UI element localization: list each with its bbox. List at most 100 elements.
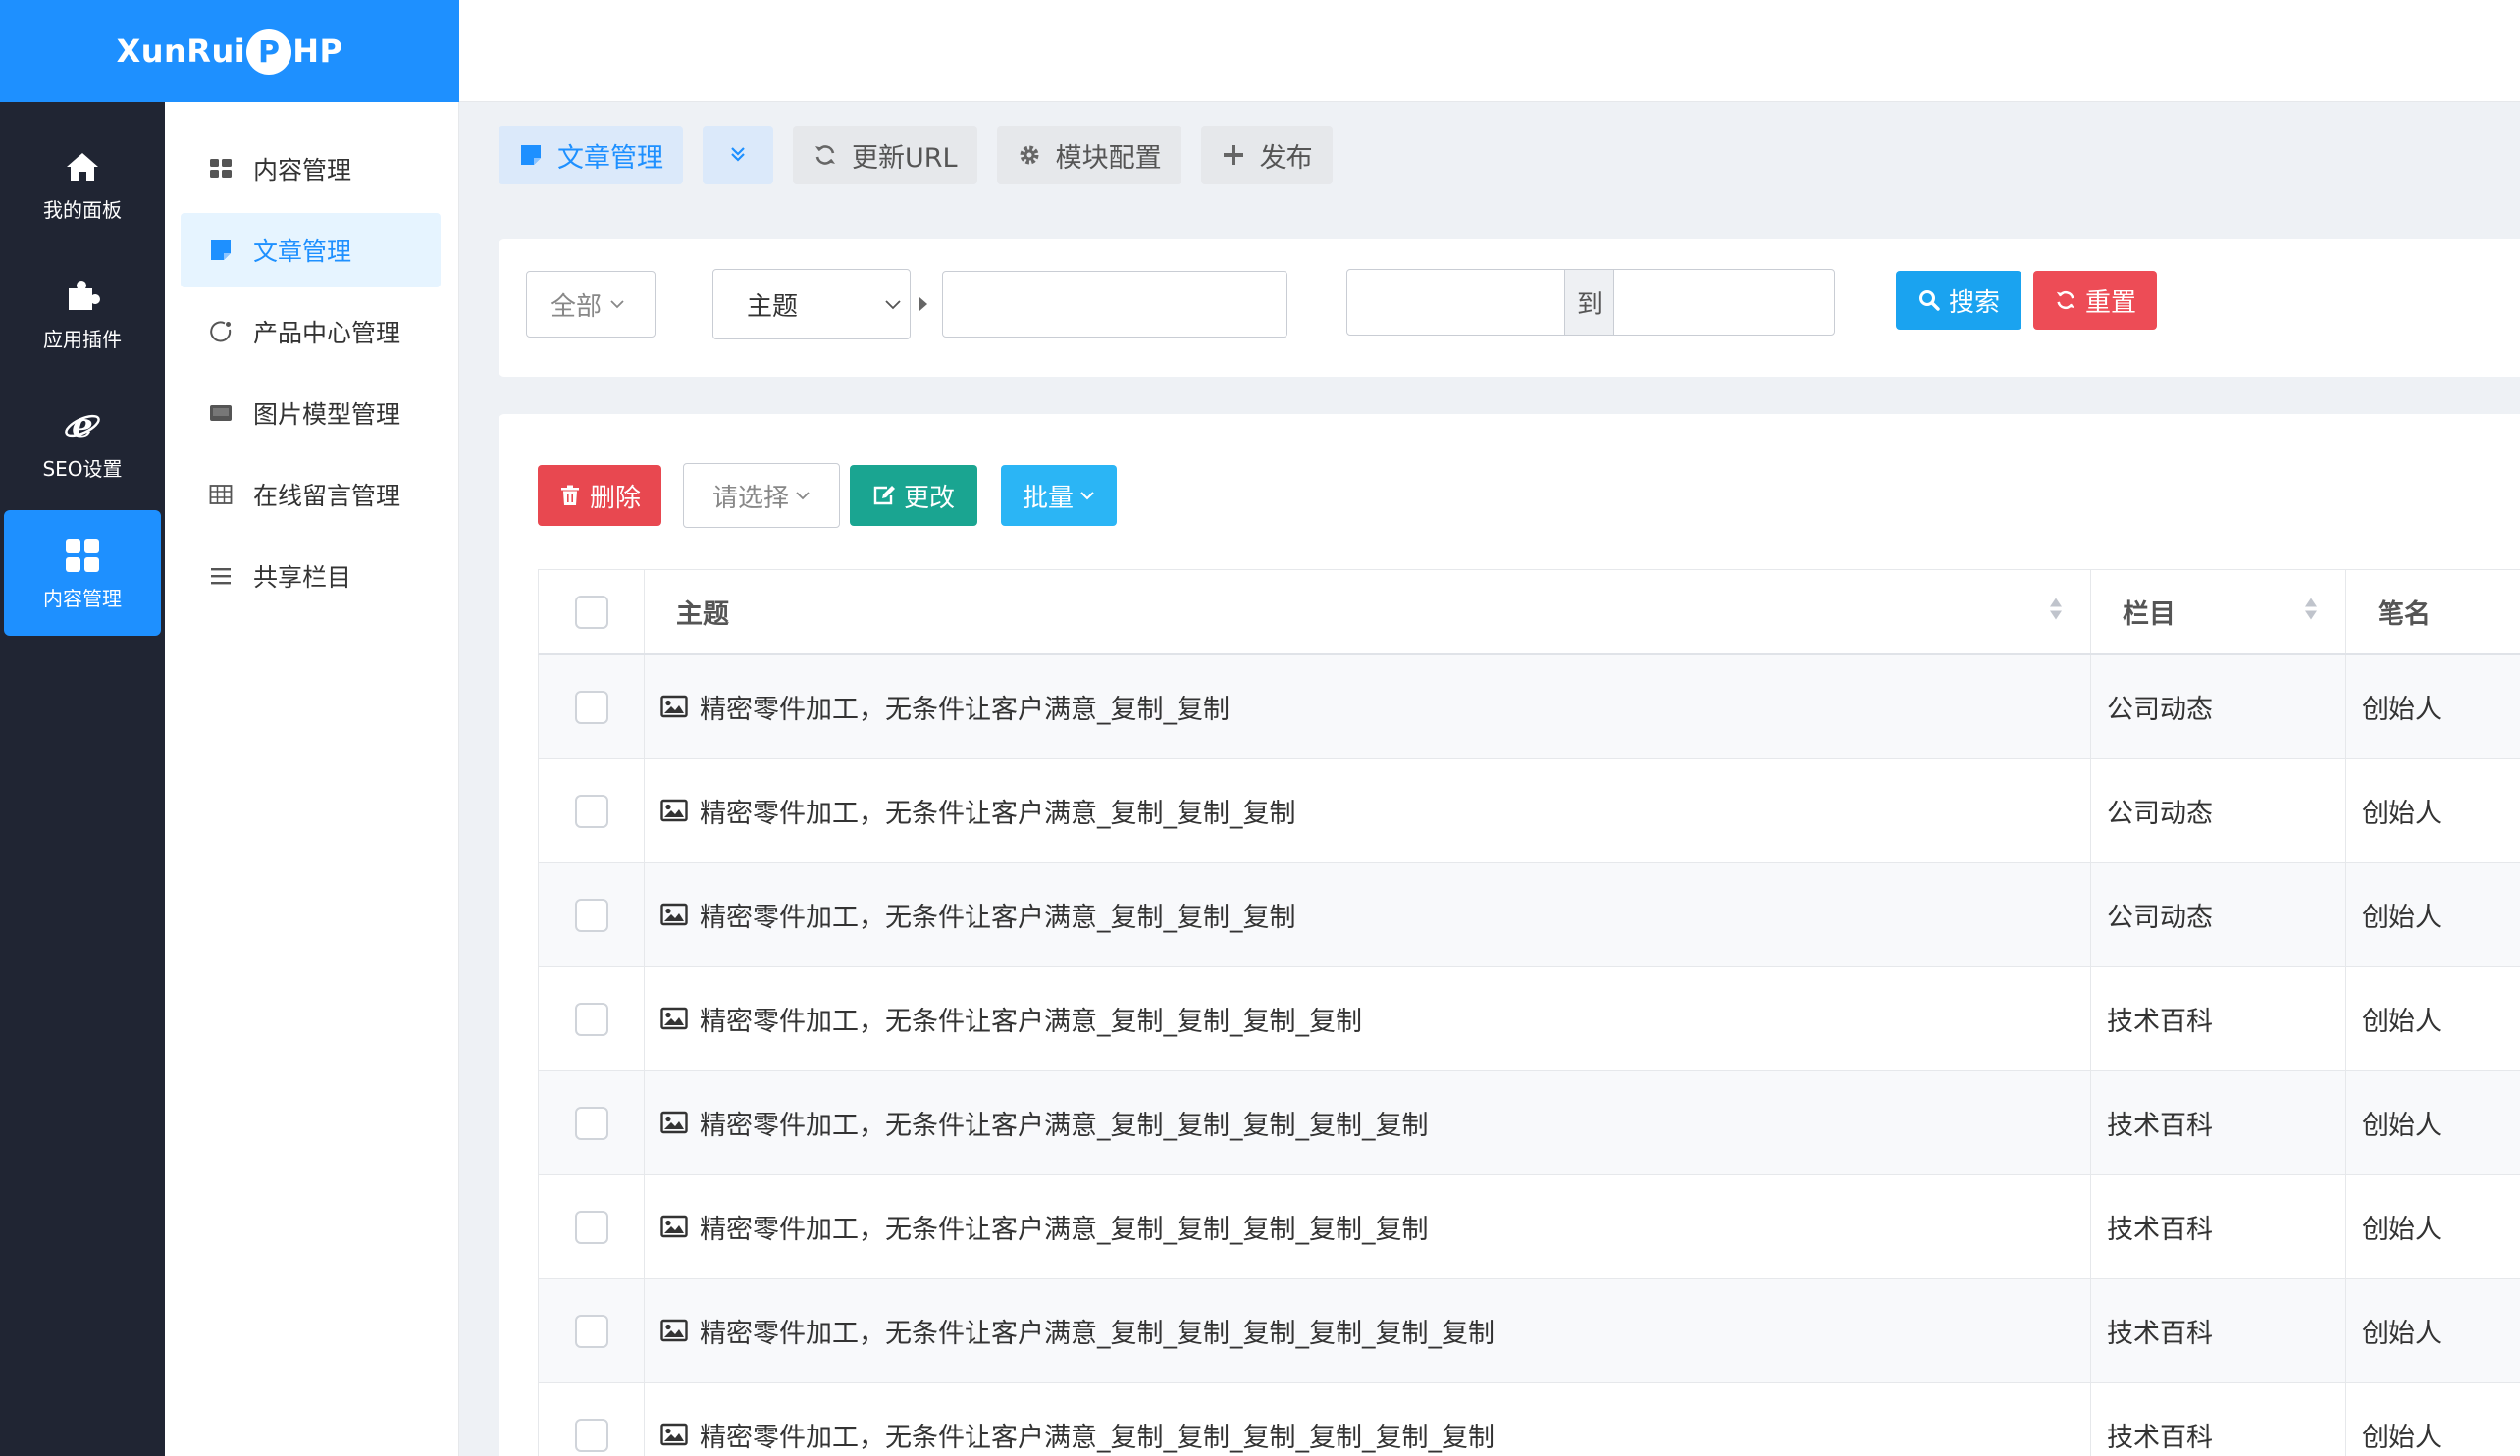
- module-config-button[interactable]: 模块配置: [996, 126, 1181, 184]
- table-row: 精密零件加工，无条件让客户满意_复制_复制_复制 公司动态 创始人: [538, 863, 2520, 967]
- nav-item-plugins[interactable]: 应用插件: [4, 251, 161, 377]
- column-label: 主题: [676, 599, 729, 630]
- nav-item-dashboard[interactable]: 我的面板: [4, 122, 161, 247]
- row-checkbox[interactable]: [574, 898, 608, 932]
- article-title-link[interactable]: 精密零件加工，无条件让客户满意_复制_复制_复制: [700, 896, 1296, 934]
- select-value: 主题: [747, 291, 799, 322]
- update-url-button[interactable]: 更新URL: [793, 126, 977, 184]
- author-name: 创始人: [2362, 1111, 2441, 1141]
- date-to-input[interactable]: [1613, 269, 1835, 336]
- bars-icon: [208, 563, 234, 589]
- brand-logo[interactable]: XunRui P HP: [0, 0, 459, 102]
- batch-dropdown-button[interactable]: 批量: [1001, 465, 1117, 526]
- category-link[interactable]: 技术百科: [2107, 1416, 2213, 1454]
- title-cell: 精密零件加工，无条件让客户满意_复制_复制_复制_复制_复制: [645, 1071, 2091, 1174]
- nav-item-content[interactable]: 内容管理: [4, 510, 161, 636]
- keyword-input[interactable]: [942, 271, 1287, 338]
- category-link[interactable]: 公司动态: [2107, 792, 2213, 830]
- article-title-link[interactable]: 精密零件加工，无条件让客户满意_复制_复制_复制_复制_复制_复制: [700, 1416, 1495, 1454]
- date-from-input[interactable]: [1346, 269, 1566, 336]
- sidebar-item-shared-category[interactable]: 共享栏目: [181, 539, 441, 613]
- button-label: 模块配置: [1055, 142, 1162, 174]
- article-list-panel: 删除 请选择 更改 批量 主题 栏目 笔名 精密零件加工，无条件让客户满意_复制…: [499, 414, 2520, 1456]
- author-name: 创始人: [2362, 1007, 2441, 1037]
- select-all-checkbox[interactable]: [574, 595, 608, 629]
- sidebar-item-online-message[interactable]: 在线留言管理: [181, 457, 441, 532]
- article-title-link[interactable]: 精密零件加工，无条件让客户满意_复制_复制_复制: [700, 792, 1296, 830]
- row-checkbox[interactable]: [574, 1002, 608, 1036]
- sidebar-item-image-model[interactable]: 图片模型管理: [181, 376, 441, 450]
- article-title-link[interactable]: 精密零件加工，无条件让客户满意_复制_复制: [700, 688, 1230, 726]
- expand-toggle-button[interactable]: [703, 126, 773, 184]
- publish-button[interactable]: 发布: [1200, 126, 1333, 184]
- column-header-category[interactable]: 栏目: [2091, 570, 2346, 653]
- row-select-cell: [539, 759, 645, 862]
- button-label: 重置: [2084, 287, 2136, 318]
- svg-text:e: e: [72, 406, 93, 445]
- row-checkbox[interactable]: [574, 1314, 608, 1348]
- image-card-icon: [208, 400, 234, 426]
- sidebar-item-content-management[interactable]: 内容管理: [181, 131, 441, 206]
- plus-icon: [1221, 142, 1246, 168]
- reset-button[interactable]: 重置: [2033, 271, 2157, 330]
- row-checkbox[interactable]: [574, 690, 608, 724]
- author-cell: 创始人: [2346, 759, 2520, 862]
- table-row: 精密零件加工，无条件让客户满意_复制_复制 公司动态 创始人: [538, 655, 2520, 759]
- sidebar-item-product-center[interactable]: 产品中心管理: [181, 294, 441, 369]
- logo-flame-mark: P: [246, 29, 292, 75]
- category-cell: 技术百科: [2091, 1071, 2346, 1174]
- search-panel: 全部 主题 到 搜索 重置: [499, 239, 2520, 377]
- home-icon: [63, 147, 102, 186]
- article-title-link[interactable]: 精密零件加工，无条件让客户满意_复制_复制_复制_复制_复制: [700, 1208, 1429, 1246]
- search-button[interactable]: 搜索: [1896, 271, 2021, 330]
- nav-label: 我的面板: [43, 197, 122, 222]
- sidebar-item-article-management[interactable]: 文章管理: [181, 213, 441, 287]
- article-title-link[interactable]: 精密零件加工，无条件让客户满意_复制_复制_复制_复制_复制: [700, 1104, 1429, 1142]
- scope-select[interactable]: 全部: [526, 271, 656, 338]
- category-link[interactable]: 公司动态: [2107, 896, 2213, 934]
- article-management-button[interactable]: 文章管理: [499, 126, 683, 184]
- category-link[interactable]: 技术百科: [2107, 1000, 2213, 1038]
- row-select-cell: [539, 967, 645, 1070]
- sticky-note-icon: [518, 142, 544, 168]
- change-button[interactable]: 更改: [850, 465, 977, 526]
- category-cell: 公司动态: [2091, 863, 2346, 966]
- row-checkbox[interactable]: [574, 1106, 608, 1140]
- category-link[interactable]: 公司动态: [2107, 688, 2213, 726]
- category-cell: 技术百科: [2091, 1175, 2346, 1278]
- batch-target-select[interactable]: 请选择: [683, 463, 840, 528]
- nav-label: 应用插件: [43, 327, 122, 351]
- table-row: 精密零件加工，无条件让客户满意_复制_复制_复制_复制_复制_复制 技术百科 创始人: [538, 1383, 2520, 1456]
- main-content: 文章管理 更新URL 模块配置 发布 全部 主题 到 搜索 重置 删除 请选择 …: [459, 102, 2520, 1456]
- row-checkbox[interactable]: [574, 1418, 608, 1452]
- nav-item-seo[interactable]: e SEO设置: [4, 381, 161, 506]
- button-label: 文章管理: [557, 142, 663, 174]
- article-title-link[interactable]: 精密零件加工，无条件让客户满意_复制_复制_复制_复制: [700, 1000, 1362, 1038]
- trash-icon: [558, 484, 582, 507]
- delete-button[interactable]: 删除: [538, 465, 661, 526]
- table-row: 精密零件加工，无条件让客户满意_复制_复制_复制_复制_复制 技术百科 创始人: [538, 1071, 2520, 1175]
- category-link[interactable]: 技术百科: [2107, 1208, 2213, 1246]
- logo-text-right: HP: [292, 32, 343, 70]
- column-header-title[interactable]: 主题: [645, 570, 2091, 653]
- category-link[interactable]: 技术百科: [2107, 1104, 2213, 1142]
- sort-icon: [2049, 596, 2063, 628]
- chevron-down-icon: [884, 298, 902, 310]
- row-checkbox[interactable]: [574, 1210, 608, 1244]
- field-select[interactable]: 主题: [712, 269, 911, 339]
- author-name: 创始人: [2362, 799, 2441, 829]
- table-body: 精密零件加工，无条件让客户满意_复制_复制 公司动态 创始人 精密零件加工，无条件让客…: [538, 655, 2520, 1456]
- article-title-link[interactable]: 精密零件加工，无条件让客户满意_复制_复制_复制_复制_复制_复制: [700, 1312, 1495, 1350]
- image-icon: [660, 903, 690, 928]
- author-name: 创始人: [2362, 1319, 2441, 1349]
- author-cell: 创始人: [2346, 863, 2520, 966]
- row-checkbox[interactable]: [574, 794, 608, 828]
- primary-nav: 我的面板 应用插件 e SEO设置 内容管理: [0, 102, 165, 1456]
- row-select-cell: [539, 1175, 645, 1278]
- category-cell: 技术百科: [2091, 1279, 2346, 1382]
- nav-label: SEO设置: [42, 456, 123, 481]
- table-icon: [208, 482, 234, 507]
- category-link[interactable]: 技术百科: [2107, 1312, 2213, 1350]
- image-icon: [660, 799, 690, 824]
- title-cell: 精密零件加工，无条件让客户满意_复制_复制_复制_复制_复制_复制: [645, 1383, 2091, 1456]
